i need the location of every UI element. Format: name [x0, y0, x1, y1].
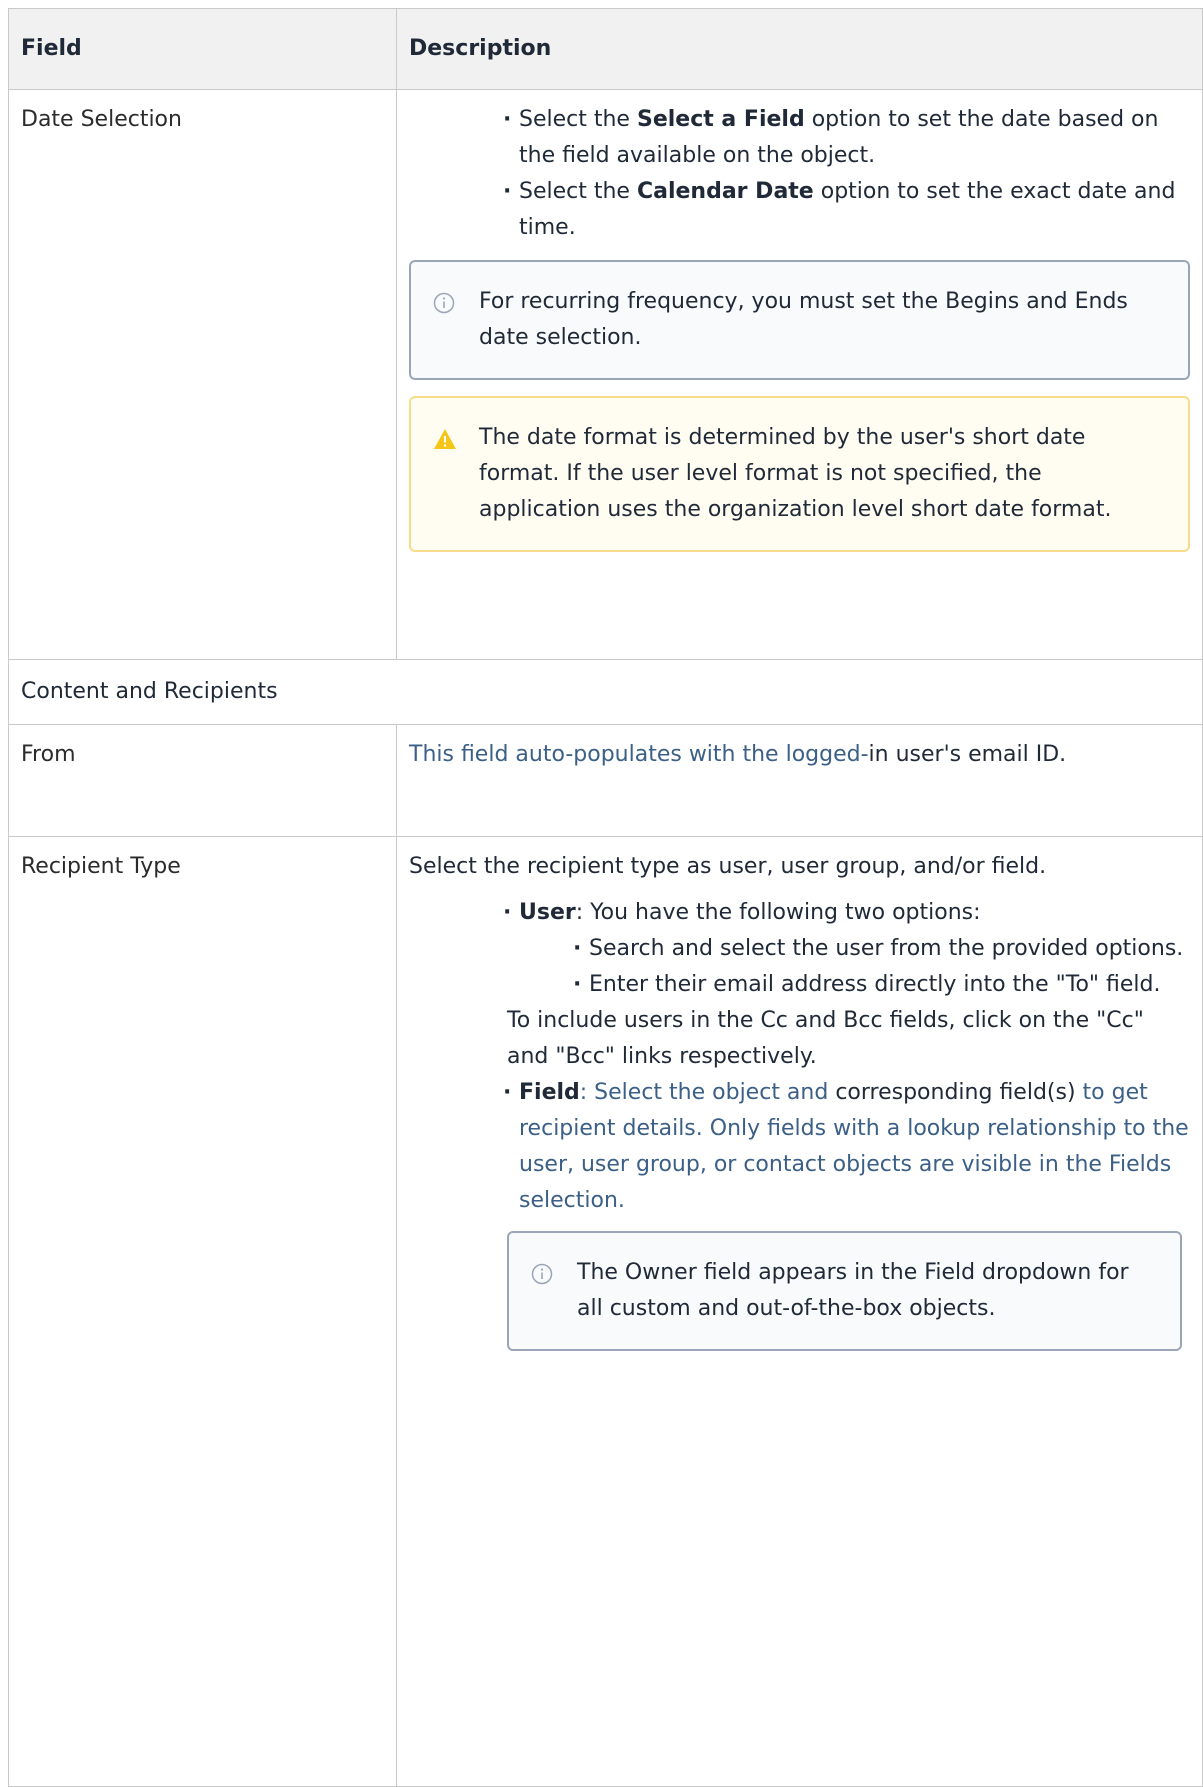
info-callout-owner-field: The Owner field appears in the Field dro…: [507, 1231, 1182, 1351]
info-callout-text: The Owner field appears in the Field dro…: [577, 1260, 1129, 1321]
field-date-selection: Date Selection: [8, 89, 397, 660]
table-row-date-selection: Date Selection Select the Select a Field…: [8, 89, 1203, 660]
table-row-section: Content and Recipients: [8, 659, 1203, 725]
info-circle-icon: [531, 1261, 553, 1297]
table-row-from: From This field auto-populates with the …: [8, 724, 1203, 837]
field-recipient-type: Recipient Type: [8, 836, 397, 1787]
desc-from: This field auto-populates with the logge…: [396, 724, 1203, 837]
info-callout-text: For recurring frequency, you must set th…: [479, 289, 1128, 350]
table-header-row: Field Description: [8, 8, 1203, 90]
user-options-list: Search and select the user from the prov…: [519, 931, 1190, 1003]
info-circle-icon: [433, 290, 455, 326]
fields-table: Field Description Date Selection Select …: [8, 8, 1203, 1787]
date-options-list: Select the Select a Field option to set …: [409, 102, 1190, 246]
list-item-calendar-date: Select the Calendar Date option to set t…: [503, 174, 1190, 246]
desc-recipient-type: Select the recipient type as user, user …: [396, 836, 1203, 1787]
list-item-user-search: Search and select the user from the prov…: [573, 931, 1190, 967]
warning-callout-date-format: The date format is determined by the use…: [409, 396, 1190, 552]
recipient-intro: Select the recipient type as user, user …: [409, 854, 1047, 879]
info-callout-recurring: For recurring frequency, you must set th…: [409, 260, 1190, 380]
warning-triangle-icon: [433, 426, 457, 462]
header-description: Description: [396, 8, 1203, 90]
list-item-user: User: You have the following two options…: [503, 895, 1190, 1003]
list-item-user-email: Enter their email address directly into …: [573, 967, 1190, 1003]
from-plain-text: in user's email ID.: [868, 742, 1067, 767]
warning-callout-text: The date format is determined by the use…: [479, 425, 1112, 522]
list-item-field: Field: Select the object and correspondi…: [503, 1075, 1190, 1219]
table-row-recipient-type: Recipient Type Select the recipient type…: [8, 836, 1203, 1787]
field-from: From: [8, 724, 397, 837]
section-content-recipients: Content and Recipients: [8, 659, 1203, 725]
recipient-field-list: Field: Select the object and correspondi…: [409, 1075, 1190, 1219]
header-field: Field: [8, 8, 397, 90]
cc-bcc-note: To include users in the Cc and Bcc field…: [507, 1008, 1144, 1069]
list-item-select-field: Select the Select a Field option to set …: [503, 102, 1190, 174]
desc-date-selection: Select the Select a Field option to set …: [396, 89, 1203, 660]
recipient-options-list: User: You have the following two options…: [409, 895, 1190, 1003]
from-link-text: This field auto-populates with the logge…: [409, 742, 869, 767]
